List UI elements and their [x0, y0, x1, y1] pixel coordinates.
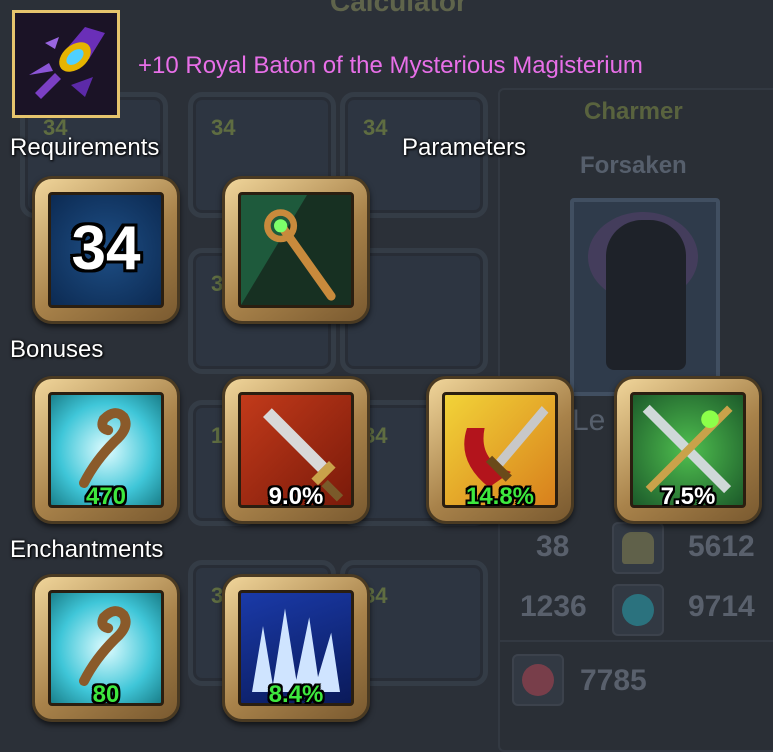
bonus-value: 7.5% [660, 483, 716, 510]
bonus-slot[interactable]: 14.8% [426, 376, 574, 524]
level-label: Le [572, 404, 606, 437]
bonus-slot[interactable]: 7.5% [614, 376, 762, 524]
enchantment-slot[interactable]: 80 [32, 574, 180, 722]
calculator-title: Calculator [330, 0, 467, 17]
enchantments-label: Enchantments [10, 536, 164, 563]
bonuses-label: Bonuses [10, 336, 104, 363]
bonus-slot[interactable]: 470 [32, 376, 180, 524]
item-name: +10 Royal Baton of the Mysterious Magist… [138, 52, 643, 79]
parameter-slot[interactable] [222, 176, 370, 324]
parameters-label: Parameters [402, 134, 527, 161]
body-icon [612, 522, 664, 574]
staff-icon [238, 192, 354, 308]
bonus-slot[interactable]: 9.0% [222, 376, 370, 524]
swirl-icon [612, 584, 664, 636]
requirement-level-slot[interactable]: 34 [32, 176, 180, 324]
bonus-value: 470 [85, 483, 127, 510]
enchantment-slot[interactable]: 8.4% [222, 574, 370, 722]
character-class: Charmer [584, 98, 683, 125]
stat-value: 9714 [688, 590, 755, 623]
requirements-label: Requirements [10, 134, 160, 161]
bonus-value: 14.8% [465, 483, 535, 510]
character-portrait [570, 198, 720, 396]
royal-baton-icon [12, 10, 120, 118]
health-cross-icon [512, 654, 564, 706]
stat-value: 1236 [520, 590, 587, 623]
stat-value: 7785 [580, 664, 647, 697]
bonus-value: 9.0% [268, 483, 324, 510]
character-race: Forsaken [580, 152, 687, 179]
required-level-value: 34 [71, 214, 141, 283]
stat-value: 5612 [688, 530, 755, 563]
enchantment-value: 8.4% [268, 681, 324, 708]
divider [500, 640, 773, 642]
enchantment-value: 80 [92, 681, 120, 708]
stat-value: 38 [536, 530, 570, 563]
